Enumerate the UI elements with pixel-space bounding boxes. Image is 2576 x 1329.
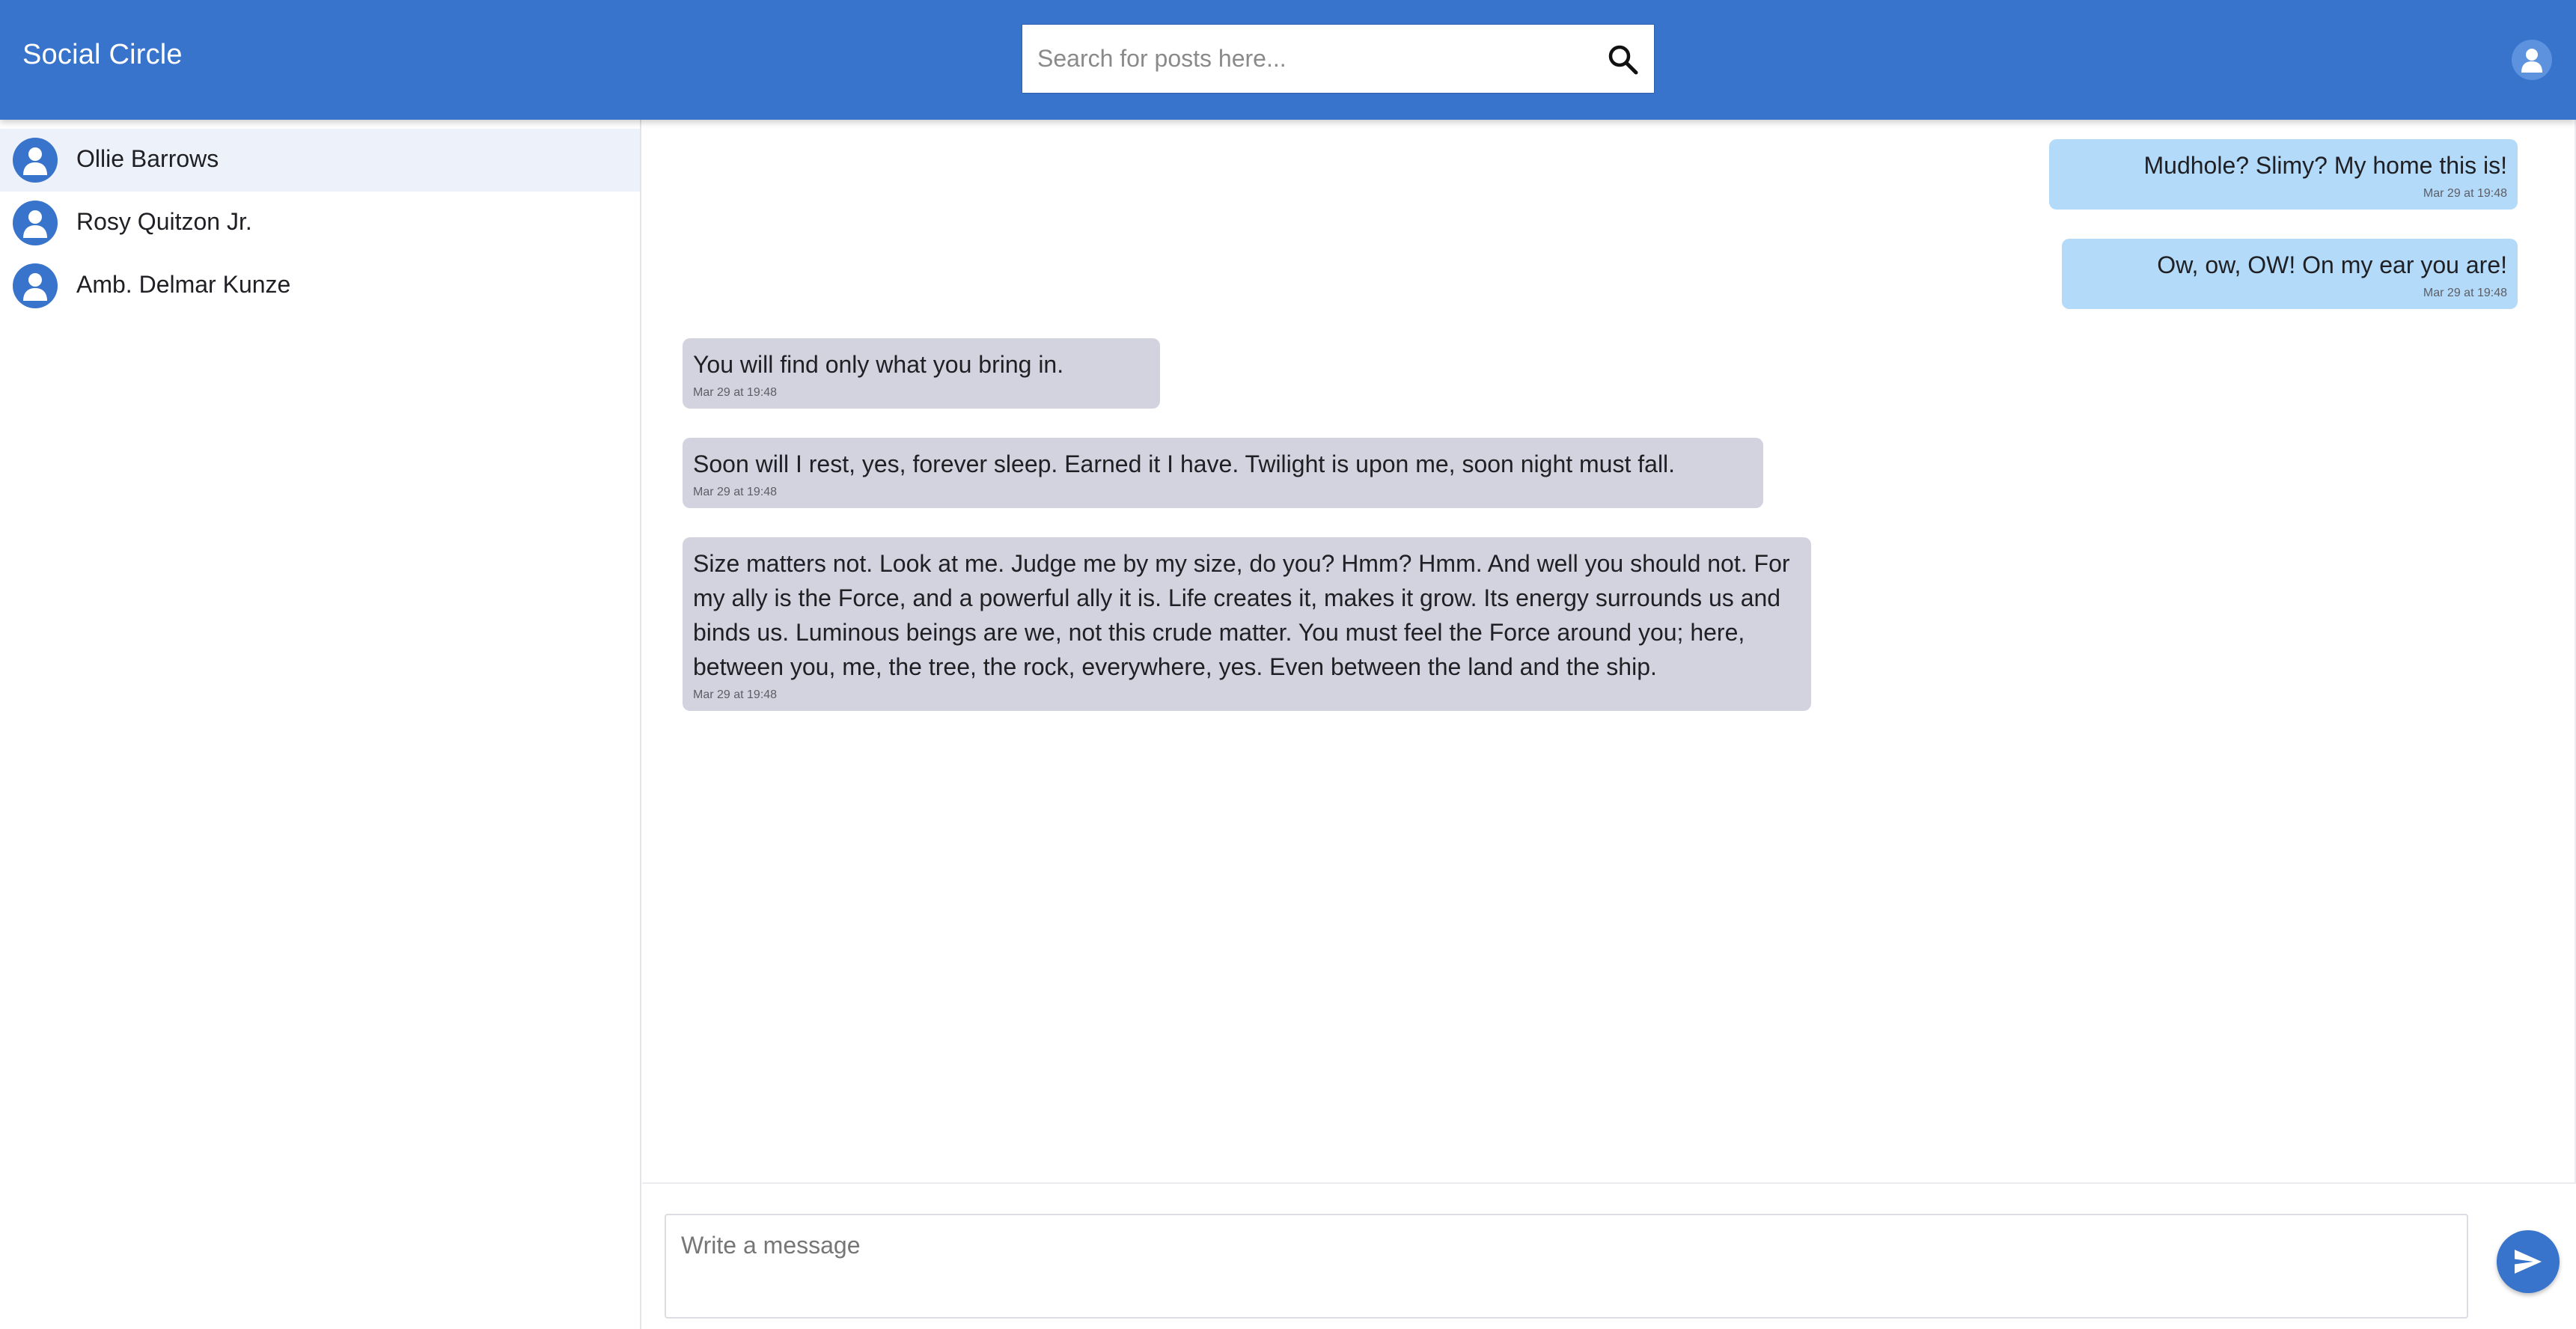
message-text: Ow, ow, OW! On my ear you are!	[2157, 251, 2507, 278]
contacts-sidebar: Ollie Barrows Rosy Quitzon Jr. Amb. Delm…	[0, 120, 641, 1329]
contact-item-ollie-barrows[interactable]: Ollie Barrows	[0, 129, 640, 192]
message-composer	[642, 1182, 2576, 1329]
message-text: Mudhole? Slimy? My home this is!	[2143, 152, 2507, 179]
message-bubble-outgoing: Ow, ow, OW! On my ear you are! Mar 29 at…	[2062, 239, 2518, 309]
contact-name: Rosy Quitzon Jr.	[76, 208, 252, 235]
message-text: Size matters not. Look at me. Judge me b…	[693, 550, 1790, 680]
message-thread[interactable]: Mudhole? Slimy? My home this is! Mar 29 …	[642, 120, 2576, 1182]
user-avatar-icon	[13, 138, 58, 183]
contact-name: Amb. Delmar Kunze	[76, 271, 291, 298]
user-avatar-icon	[13, 263, 58, 308]
app-title: Social Circle	[22, 39, 183, 70]
search-icon[interactable]	[1605, 41, 1640, 77]
message-text: You will find only what you bring in.	[693, 351, 1064, 378]
send-icon	[2515, 1250, 2542, 1274]
message-bubble-incoming: Soon will I rest, yes, forever sleep. Ea…	[683, 438, 1763, 508]
message-text: Soon will I rest, yes, forever sleep. Ea…	[693, 450, 1676, 477]
search-input[interactable]	[1022, 25, 1591, 93]
contact-name: Ollie Barrows	[76, 145, 219, 172]
send-button[interactable]	[2497, 1230, 2560, 1293]
message-timestamp: Mar 29 at 19:48	[2423, 187, 2507, 200]
message-bubble-incoming: Size matters not. Look at me. Judge me b…	[683, 537, 1811, 711]
account-avatar-icon[interactable]	[2512, 40, 2552, 80]
message-bubble-incoming: You will find only what you bring in. Ma…	[683, 338, 1160, 409]
message-timestamp: Mar 29 at 19:48	[693, 688, 778, 701]
user-avatar-icon	[13, 201, 58, 245]
search-box	[1022, 24, 1655, 94]
message-bubble-outgoing: Mudhole? Slimy? My home this is! Mar 29 …	[2049, 139, 2518, 210]
message-timestamp: Mar 29 at 19:48	[693, 486, 778, 498]
contact-item-rosy-quitzon[interactable]: Rosy Quitzon Jr.	[0, 192, 640, 254]
message-input[interactable]	[665, 1214, 2468, 1319]
message-timestamp: Mar 29 at 19:48	[693, 386, 778, 399]
top-app-bar: Social Circle	[0, 0, 2576, 120]
contact-item-delmar-kunze[interactable]: Amb. Delmar Kunze	[0, 254, 640, 317]
message-timestamp: Mar 29 at 19:48	[2423, 287, 2507, 299]
